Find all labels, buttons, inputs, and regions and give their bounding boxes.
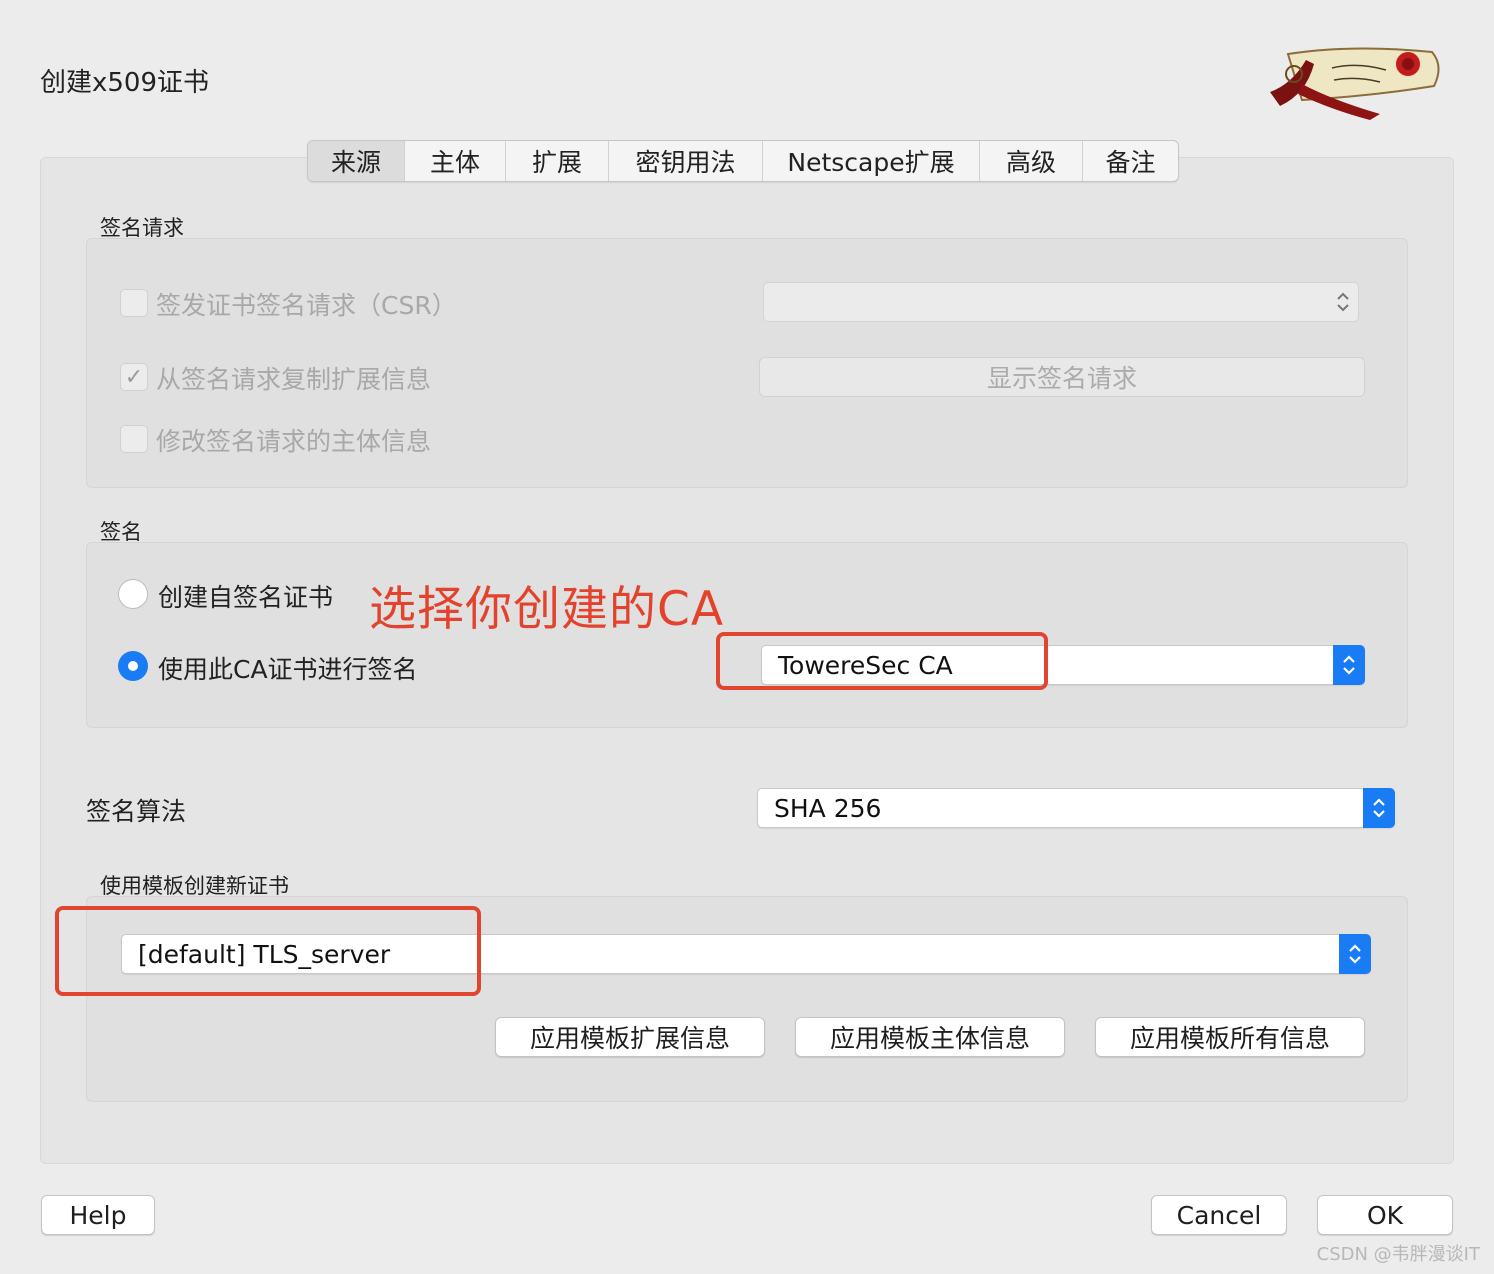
copy-extensions-checkbox[interactable]: ✓ <box>120 363 148 391</box>
issue-csr-label: 签发证书签名请求（CSR） <box>156 291 457 320</box>
algorithm-select-value: SHA 256 <box>774 793 882 823</box>
annotation-ca-note: 选择你创建的CA <box>369 582 724 637</box>
copy-extensions-label: 从签名请求复制扩展信息 <box>156 365 432 394</box>
updown-chevron-icon <box>1339 934 1371 974</box>
dialog-title: 创建x509证书 <box>40 68 210 98</box>
apply-all-button[interactable]: 应用模板所有信息 <box>1095 1017 1365 1057</box>
cancel-button[interactable]: Cancel <box>1151 1195 1287 1235</box>
apply-extensions-button[interactable]: 应用模板扩展信息 <box>495 1017 765 1057</box>
help-button[interactable]: Help <box>41 1195 155 1235</box>
app-logo-icon <box>1270 47 1440 120</box>
modify-subject-label: 修改签名请求的主体信息 <box>156 427 432 456</box>
updown-chevron-icon <box>1327 282 1359 322</box>
apply-subject-button[interactable]: 应用模板主体信息 <box>795 1017 1065 1057</box>
tab-advanced[interactable]: 高级 <box>980 141 1083 181</box>
ok-button[interactable]: OK <box>1317 1195 1453 1235</box>
modify-subject-checkbox[interactable] <box>120 425 148 453</box>
tab-key-usage[interactable]: 密钥用法 <box>609 141 763 181</box>
checkmark-icon: ✓ <box>124 364 144 390</box>
tab-subject[interactable]: 主体 <box>405 141 506 181</box>
use-ca-label: 使用此CA证书进行签名 <box>158 655 418 684</box>
use-ca-radio[interactable] <box>118 651 148 681</box>
issue-csr-checkbox[interactable] <box>120 289 148 317</box>
tab-extensions[interactable]: 扩展 <box>506 141 609 181</box>
tab-comment[interactable]: 备注 <box>1083 141 1178 181</box>
algorithm-select[interactable]: SHA 256 <box>757 788 1395 828</box>
csr-select[interactable] <box>763 282 1359 322</box>
tab-source[interactable]: 来源 <box>308 141 405 181</box>
tab-netscape[interactable]: Netscape扩展 <box>763 141 980 181</box>
show-request-button[interactable]: 显示签名请求 <box>759 357 1365 397</box>
ca-highlight-box <box>716 632 1048 690</box>
watermark: CSDN @韦胖漫谈IT <box>1316 1244 1480 1265</box>
algorithm-label: 签名算法 <box>86 797 187 826</box>
self-signed-label: 创建自签名证书 <box>158 583 334 612</box>
tab-bar: 来源 主体 扩展 密钥用法 Netscape扩展 高级 备注 <box>307 140 1179 182</box>
self-signed-radio[interactable] <box>118 579 148 609</box>
updown-chevron-icon <box>1333 645 1365 685</box>
template-highlight-box <box>55 906 481 996</box>
updown-chevron-icon <box>1363 788 1395 828</box>
